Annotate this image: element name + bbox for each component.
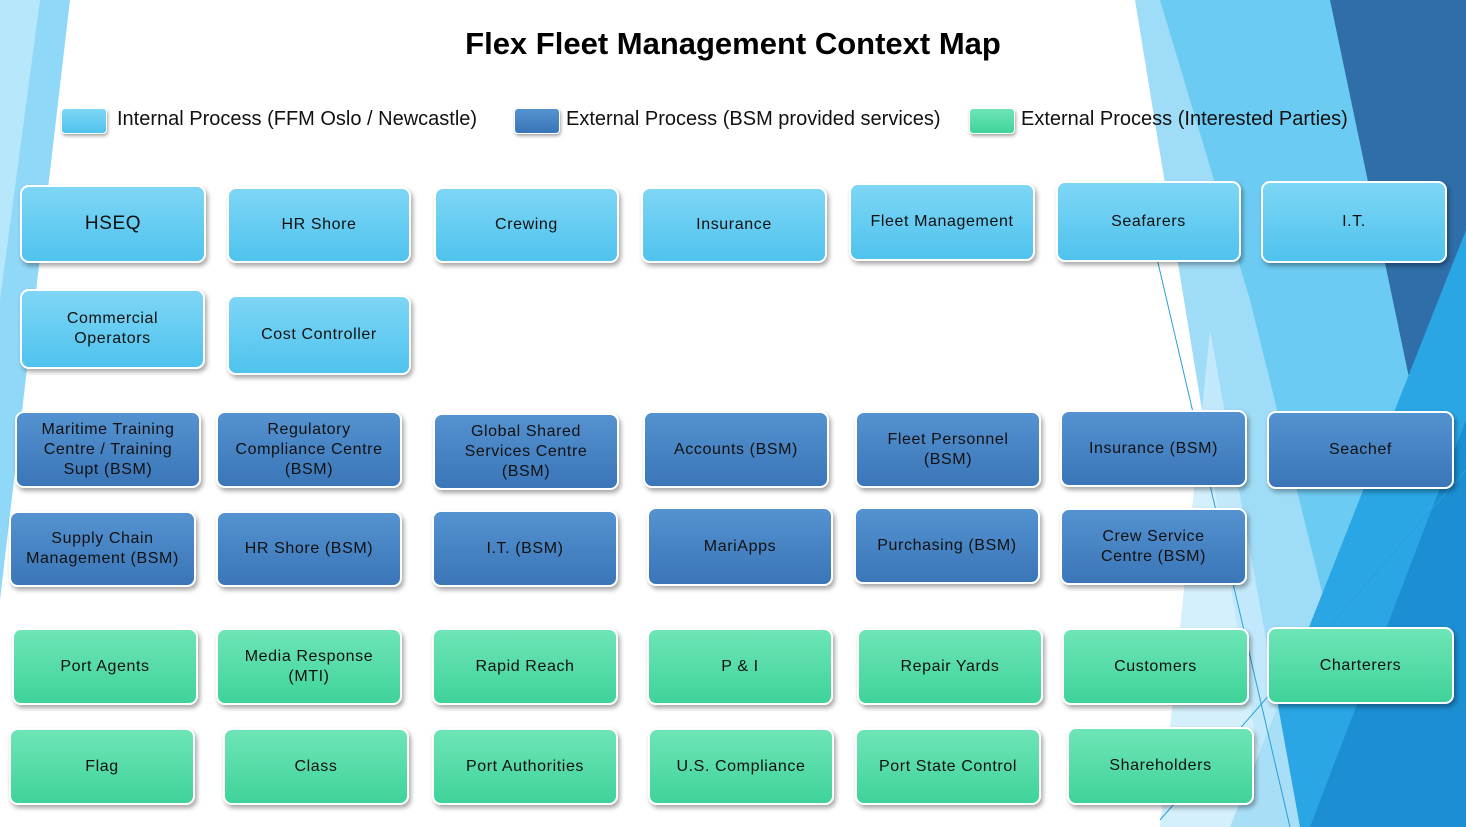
node-customers: Customers bbox=[1062, 628, 1249, 705]
node-cost-controller: Cost Controller bbox=[227, 295, 411, 375]
node-port-state-control: Port State Control bbox=[855, 728, 1041, 805]
legend-swatch-bsm bbox=[514, 108, 560, 134]
node-it: I.T. bbox=[1261, 181, 1447, 263]
node-insurance-bsm: Insurance (BSM) bbox=[1060, 410, 1247, 487]
node-maritime-training-centre: Maritime Training Centre / Training Supt… bbox=[15, 411, 201, 488]
node-shareholders: Shareholders bbox=[1067, 727, 1254, 805]
node-port-agents: Port Agents bbox=[12, 628, 198, 705]
legend-label-internal: Internal Process (FFM Oslo / Newcastle) bbox=[117, 108, 478, 130]
node-it-bsm: I.T. (BSM) bbox=[432, 510, 618, 587]
node-supply-chain-management-bsm: Supply Chain Management (BSM) bbox=[9, 511, 196, 587]
node-class: Class bbox=[223, 728, 409, 805]
node-global-shared-services-centre: Global Shared Services Centre (BSM) bbox=[433, 413, 619, 490]
node-charterers: Charterers bbox=[1267, 627, 1454, 704]
legend-label-parties: External Process (Interested Parties) bbox=[1021, 108, 1348, 130]
node-us-compliance: U.S. Compliance bbox=[648, 728, 834, 805]
node-fleet-management: Fleet Management bbox=[849, 183, 1035, 261]
node-fleet-personnel-bsm: Fleet Personnel (BSM) bbox=[855, 411, 1041, 488]
node-seafarers: Seafarers bbox=[1056, 181, 1241, 262]
node-p-and-i: P & I bbox=[647, 628, 833, 705]
node-accounts-bsm: Accounts (BSM) bbox=[643, 411, 829, 488]
node-repair-yards: Repair Yards bbox=[857, 628, 1043, 705]
diagram-title: Flex Fleet Management Context Map bbox=[465, 26, 1001, 61]
node-mariapps: MariApps bbox=[647, 507, 833, 586]
node-rapid-reach: Rapid Reach bbox=[432, 628, 618, 705]
node-regulatory-compliance-centre: Regulatory Compliance Centre (BSM) bbox=[216, 411, 402, 488]
node-media-response: Media Response (MTI) bbox=[216, 628, 402, 705]
node-hr-shore-bsm: HR Shore (BSM) bbox=[216, 511, 402, 587]
legend-label-bsm: External Process (BSM provided services) bbox=[566, 108, 941, 130]
legend-swatch-internal bbox=[61, 108, 107, 134]
node-flag: Flag bbox=[9, 728, 195, 805]
node-purchasing-bsm: Purchasing (BSM) bbox=[854, 507, 1040, 584]
node-port-authorities: Port Authorities bbox=[432, 728, 618, 805]
node-crew-service-centre-bsm: Crew Service Centre (BSM) bbox=[1060, 508, 1247, 585]
node-hr-shore: HR Shore bbox=[227, 187, 411, 263]
legend-swatch-parties bbox=[969, 108, 1015, 134]
node-crewing: Crewing bbox=[434, 187, 619, 263]
node-hseq: HSEQ bbox=[20, 185, 206, 263]
node-seachef: Seachef bbox=[1267, 411, 1454, 489]
node-commercial-operators: Commercial Operators bbox=[20, 289, 205, 369]
node-insurance: Insurance bbox=[641, 187, 827, 263]
